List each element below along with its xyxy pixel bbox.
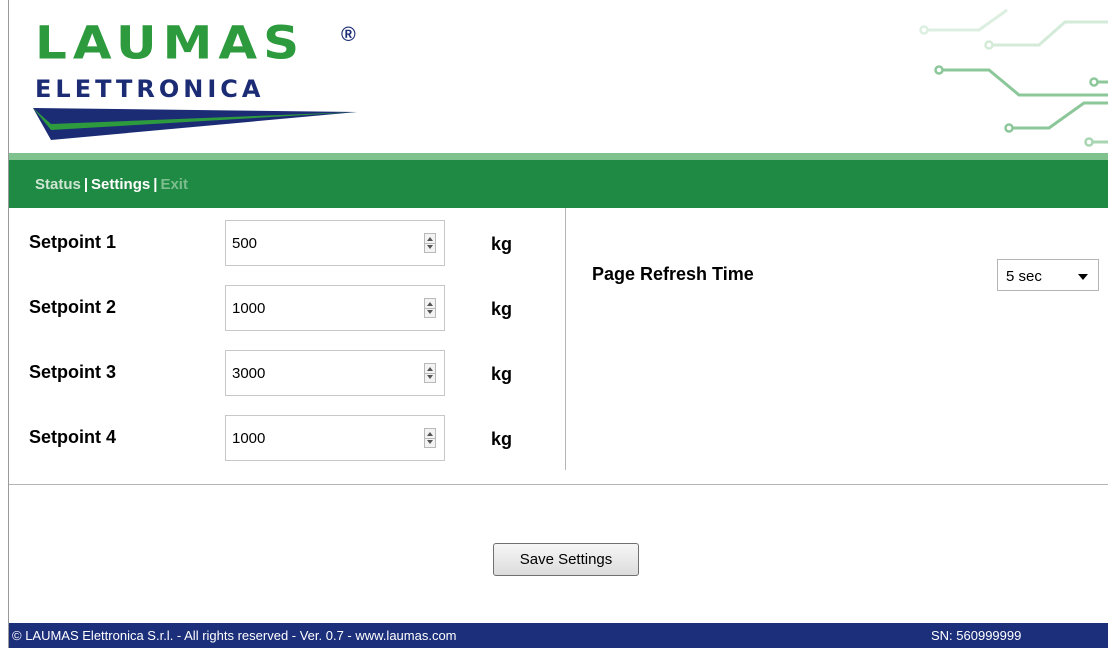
dropdown-caret-icon [1078, 274, 1088, 280]
setpoint-row-2: Setpoint 2 1000 kg [9, 285, 559, 333]
setpoint-value: 3000 [232, 365, 266, 382]
settings-panel: Setpoint 1 500 kg Setpoint 2 1000 kg Set… [9, 208, 1108, 484]
nav-separator: | [153, 176, 158, 193]
laumas-logo: LAUMAS ® ELETTRONICA [31, 20, 391, 150]
setpoint-value: 500 [232, 235, 258, 252]
spinner-arrows-icon[interactable] [424, 363, 436, 383]
save-settings-button[interactable]: Save Settings [493, 543, 639, 576]
spinner-arrows-icon[interactable] [424, 428, 436, 448]
page-frame: LAUMAS ® ELETTRONICA Status | Settings |… [8, 0, 1108, 648]
page-refresh-label: Page Refresh Time [592, 264, 754, 284]
header-stripe [9, 153, 1108, 160]
setpoint-row-4: Setpoint 4 1000 kg [9, 415, 559, 463]
column-divider [565, 208, 566, 470]
setpoint-3-input[interactable]: 3000 [225, 350, 445, 396]
circuit-decoration [919, 8, 1108, 147]
spinner-arrows-icon[interactable] [424, 298, 436, 318]
page-refresh-value: 5 sec [1006, 268, 1042, 285]
spinner-arrows-icon[interactable] [424, 233, 436, 253]
setpoint-row-1: Setpoint 1 500 kg [9, 220, 559, 268]
nav-bar: Status | Settings | Exit [9, 160, 1108, 208]
serial-number: SN: 560999999 [931, 628, 1022, 643]
nav-link-status[interactable]: Status [35, 176, 81, 193]
nav-link-settings[interactable]: Settings [91, 176, 150, 193]
setpoint-label: Setpoint 1 [29, 232, 117, 252]
setpoint-1-input[interactable]: 500 [225, 220, 445, 266]
footer: © LAUMAS Elettronica S.r.l. - All rights… [9, 623, 1108, 648]
setpoint-label: Setpoint 4 [29, 427, 117, 447]
unit-label: kg [491, 364, 513, 384]
registered-mark: ® [341, 24, 356, 46]
copyright-text: © LAUMAS Elettronica S.r.l. - All rights… [12, 628, 457, 643]
nav-menu: Status | Settings | Exit [35, 176, 188, 193]
logo-wordmark: LAUMAS [35, 17, 306, 70]
unit-label: kg [491, 429, 513, 449]
setpoint-label: Setpoint 3 [29, 362, 117, 382]
setpoint-4-input[interactable]: 1000 [225, 415, 445, 461]
nav-link-exit[interactable]: Exit [160, 176, 188, 193]
page-refresh-select[interactable]: 5 sec [997, 259, 1099, 291]
nav-separator: | [83, 176, 89, 193]
setpoint-label: Setpoint 2 [29, 297, 117, 317]
header: LAUMAS ® ELETTRONICA [9, 0, 1108, 155]
unit-label: kg [491, 234, 513, 254]
setpoint-row-3: Setpoint 3 3000 kg [9, 350, 559, 398]
section-divider [9, 484, 1108, 485]
setpoint-2-input[interactable]: 1000 [225, 285, 445, 331]
setpoint-value: 1000 [232, 300, 266, 317]
unit-label: kg [491, 299, 513, 319]
logo-swoosh [33, 108, 357, 140]
setpoint-value: 1000 [232, 430, 266, 447]
